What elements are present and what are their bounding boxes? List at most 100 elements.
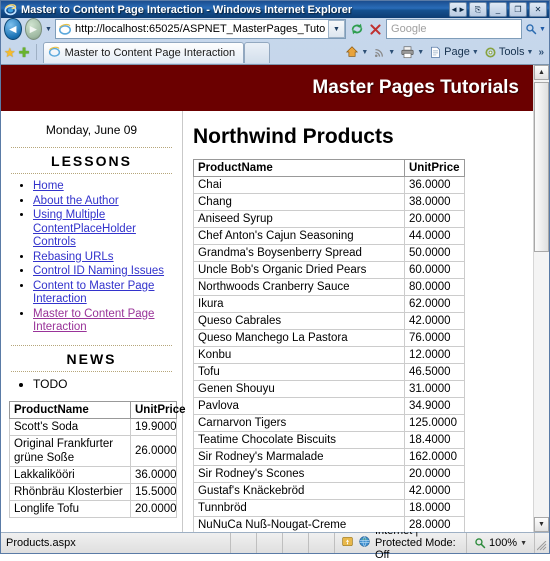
close-x-icon — [370, 23, 381, 35]
home-icon — [346, 46, 359, 57]
back-button[interactable]: ◄ — [4, 18, 22, 40]
command-bar: ★ ✚ Master to Content Page Interaction ▼… — [1, 40, 549, 64]
list-item: Using Multiple ContentPlaceHolder Contro… — [33, 209, 176, 250]
column-header-unitprice: UnitPrice — [404, 159, 465, 177]
table-row: Original Frankfurter grüne Soße 26.0000 — [9, 435, 177, 467]
cell-product-name: Tunnbröd — [193, 499, 405, 517]
close-button[interactable]: ✕ — [529, 2, 547, 17]
new-tab-button[interactable] — [244, 41, 271, 63]
status-page-name: Products.aspx — [1, 533, 231, 553]
add-to-favorites-icon[interactable]: ✚ — [19, 46, 30, 59]
resize-grip[interactable] — [535, 533, 549, 553]
page-title: Northwind Products — [193, 125, 394, 148]
zoom-control[interactable]: 100% ▼ — [467, 533, 535, 553]
recent-pages-dropdown[interactable]: ▼ — [45, 26, 52, 33]
restore-span-button[interactable]: ◄► — [449, 2, 467, 17]
lesson-link-content-to-master-page-interaction[interactable]: Content to Master Page Interaction — [33, 280, 154, 306]
cell-unit-price: 26.0000 — [130, 435, 177, 467]
lesson-link-rebasing-urls[interactable]: Rebasing URLs — [33, 251, 114, 263]
toolbar-separator — [35, 44, 37, 60]
address-input[interactable]: http://localhost:65025/ASPNET_MasterPage… — [55, 19, 347, 39]
northwind-products-table: ProductName UnitPrice Chai 36.0000 Chang 3… — [193, 159, 465, 532]
main-content: Northwind Products ProductName UnitPrice… — [183, 111, 533, 532]
cell-product-name: Uncle Bob's Organic Dried Pears — [193, 261, 405, 279]
address-dropdown-button[interactable]: ▼ — [328, 20, 346, 38]
cell-unit-price: 36.0000 — [404, 176, 465, 194]
address-url-text: http://localhost:65025/ASPNET_MasterPage… — [75, 23, 326, 35]
cell-product-name: Genen Shouyu — [193, 380, 405, 398]
site-title: Master Pages Tutorials — [312, 77, 519, 98]
page-icon — [431, 46, 441, 58]
scrollbar-thumb[interactable] — [534, 82, 549, 252]
print-caret-icon[interactable]: ▼ — [417, 49, 424, 56]
cell-product-name: Northwoods Cranberry Sauce — [193, 278, 405, 296]
lesson-link-master-to-content-page-interaction[interactable]: Master to Content Page Interaction — [33, 308, 154, 334]
lesson-link-about-the-author[interactable]: About the Author — [33, 195, 119, 207]
search-dropdown-caret[interactable]: ▼ — [539, 26, 546, 33]
table-header-row: ProductName UnitPrice — [193, 159, 465, 177]
search-button[interactable]: ▼ — [525, 20, 546, 39]
page-caret-icon[interactable]: ▼ — [472, 49, 479, 56]
feeds-caret-icon[interactable]: ▼ — [388, 49, 395, 56]
tools-caret-icon[interactable]: ▼ — [527, 49, 534, 56]
lesson-link-control-id-naming-issues[interactable]: Control ID Naming Issues — [33, 265, 164, 277]
lesson-link-home[interactable]: Home — [33, 180, 64, 192]
home-caret-icon[interactable]: ▼ — [361, 49, 368, 56]
lesson-link-using-multiple-contentplaceholder-controls[interactable]: Using Multiple ContentPlaceHolder Contro… — [33, 209, 136, 248]
cell-product-name: Aniseed Syrup — [193, 210, 405, 228]
table-row: Lakkalikööri 36.0000 — [9, 466, 177, 484]
status-cell-1 — [231, 533, 257, 553]
list-item: Home — [33, 180, 176, 194]
products-table-body: Chai 36.0000 Chang 38.0000 Aniseed Syrup 20… — [193, 176, 465, 532]
favorites-center-icon[interactable]: ★ — [4, 46, 16, 59]
printer-icon — [401, 46, 414, 59]
cell-unit-price: 46.5000 — [404, 363, 465, 381]
browser-tab[interactable]: Master to Content Page Interaction — [42, 41, 245, 63]
maximize-button[interactable]: ❐ — [509, 2, 527, 17]
toolbar-overflow-icon[interactable]: » — [536, 47, 546, 58]
news-heading: NEWS — [11, 344, 172, 372]
refresh-button[interactable] — [349, 20, 365, 39]
table-row: Chef Anton's Cajun Seasoning 44.0000 — [193, 227, 465, 245]
cell-unit-price: 20.0000 — [404, 465, 465, 483]
globe-icon — [358, 535, 371, 551]
zoom-caret-icon[interactable]: ▼ — [520, 540, 527, 547]
tab-strip: Master to Content Page Interaction — [42, 41, 341, 63]
print-button[interactable]: ▼ — [398, 42, 426, 62]
table-row: Queso Cabrales 42.0000 — [193, 312, 465, 330]
rss-icon — [375, 48, 384, 57]
list-item: About the Author — [33, 195, 176, 209]
minimize-button[interactable]: _ — [489, 2, 507, 17]
feeds-button[interactable]: ▼ — [371, 42, 397, 62]
home-button[interactable]: ▼ — [343, 42, 370, 62]
cell-unit-price: 42.0000 — [404, 312, 465, 330]
cell-unit-price: 18.4000 — [404, 431, 465, 449]
title-bar: Master to Content Page Interaction - Win… — [1, 1, 549, 18]
list-item: Control ID Naming Issues — [33, 265, 176, 279]
dock-button[interactable]: ⎘ — [469, 2, 487, 17]
cell-unit-price: 36.0000 — [130, 466, 177, 484]
sidebar-products-table: ProductName UnitPrice Scott's Soda 19.90… — [9, 401, 186, 518]
cell-unit-price: 125.0000 — [404, 414, 465, 432]
cell-unit-price: 38.0000 — [404, 193, 465, 211]
internet-explorer-window: Master to Content Page Interaction - Win… — [0, 0, 550, 561]
tab-title: Master to Content Page Interaction — [64, 46, 236, 59]
cell-unit-price: 19.9000 — [130, 418, 177, 436]
forward-button[interactable]: ► — [24, 18, 43, 40]
security-zone-indicator[interactable]: Internet | Protected Mode: Off — [335, 525, 467, 561]
tools-menu-button[interactable]: Tools ▼ — [482, 42, 536, 62]
site-banner: Master Pages Tutorials — [1, 65, 533, 111]
vertical-scrollbar[interactable]: ▲ ▼ — [533, 65, 549, 532]
page-menu-button[interactable]: Page ▼ — [427, 42, 481, 62]
table-row: Northwoods Cranberry Sauce 80.0000 — [193, 278, 465, 296]
stop-button[interactable] — [368, 20, 384, 39]
scrollbar-track[interactable] — [534, 80, 549, 517]
table-row: Ikura 62.0000 — [193, 295, 465, 313]
scroll-down-button[interactable]: ▼ — [534, 517, 549, 532]
search-input[interactable]: Google — [386, 19, 523, 39]
cell-unit-price: 80.0000 — [404, 278, 465, 296]
cell-product-name: Chai — [193, 176, 405, 194]
scroll-up-button[interactable]: ▲ — [534, 65, 549, 80]
cell-product-name: Tofu — [193, 363, 405, 381]
cell-product-name: Original Frankfurter grüne Soße — [9, 435, 131, 467]
